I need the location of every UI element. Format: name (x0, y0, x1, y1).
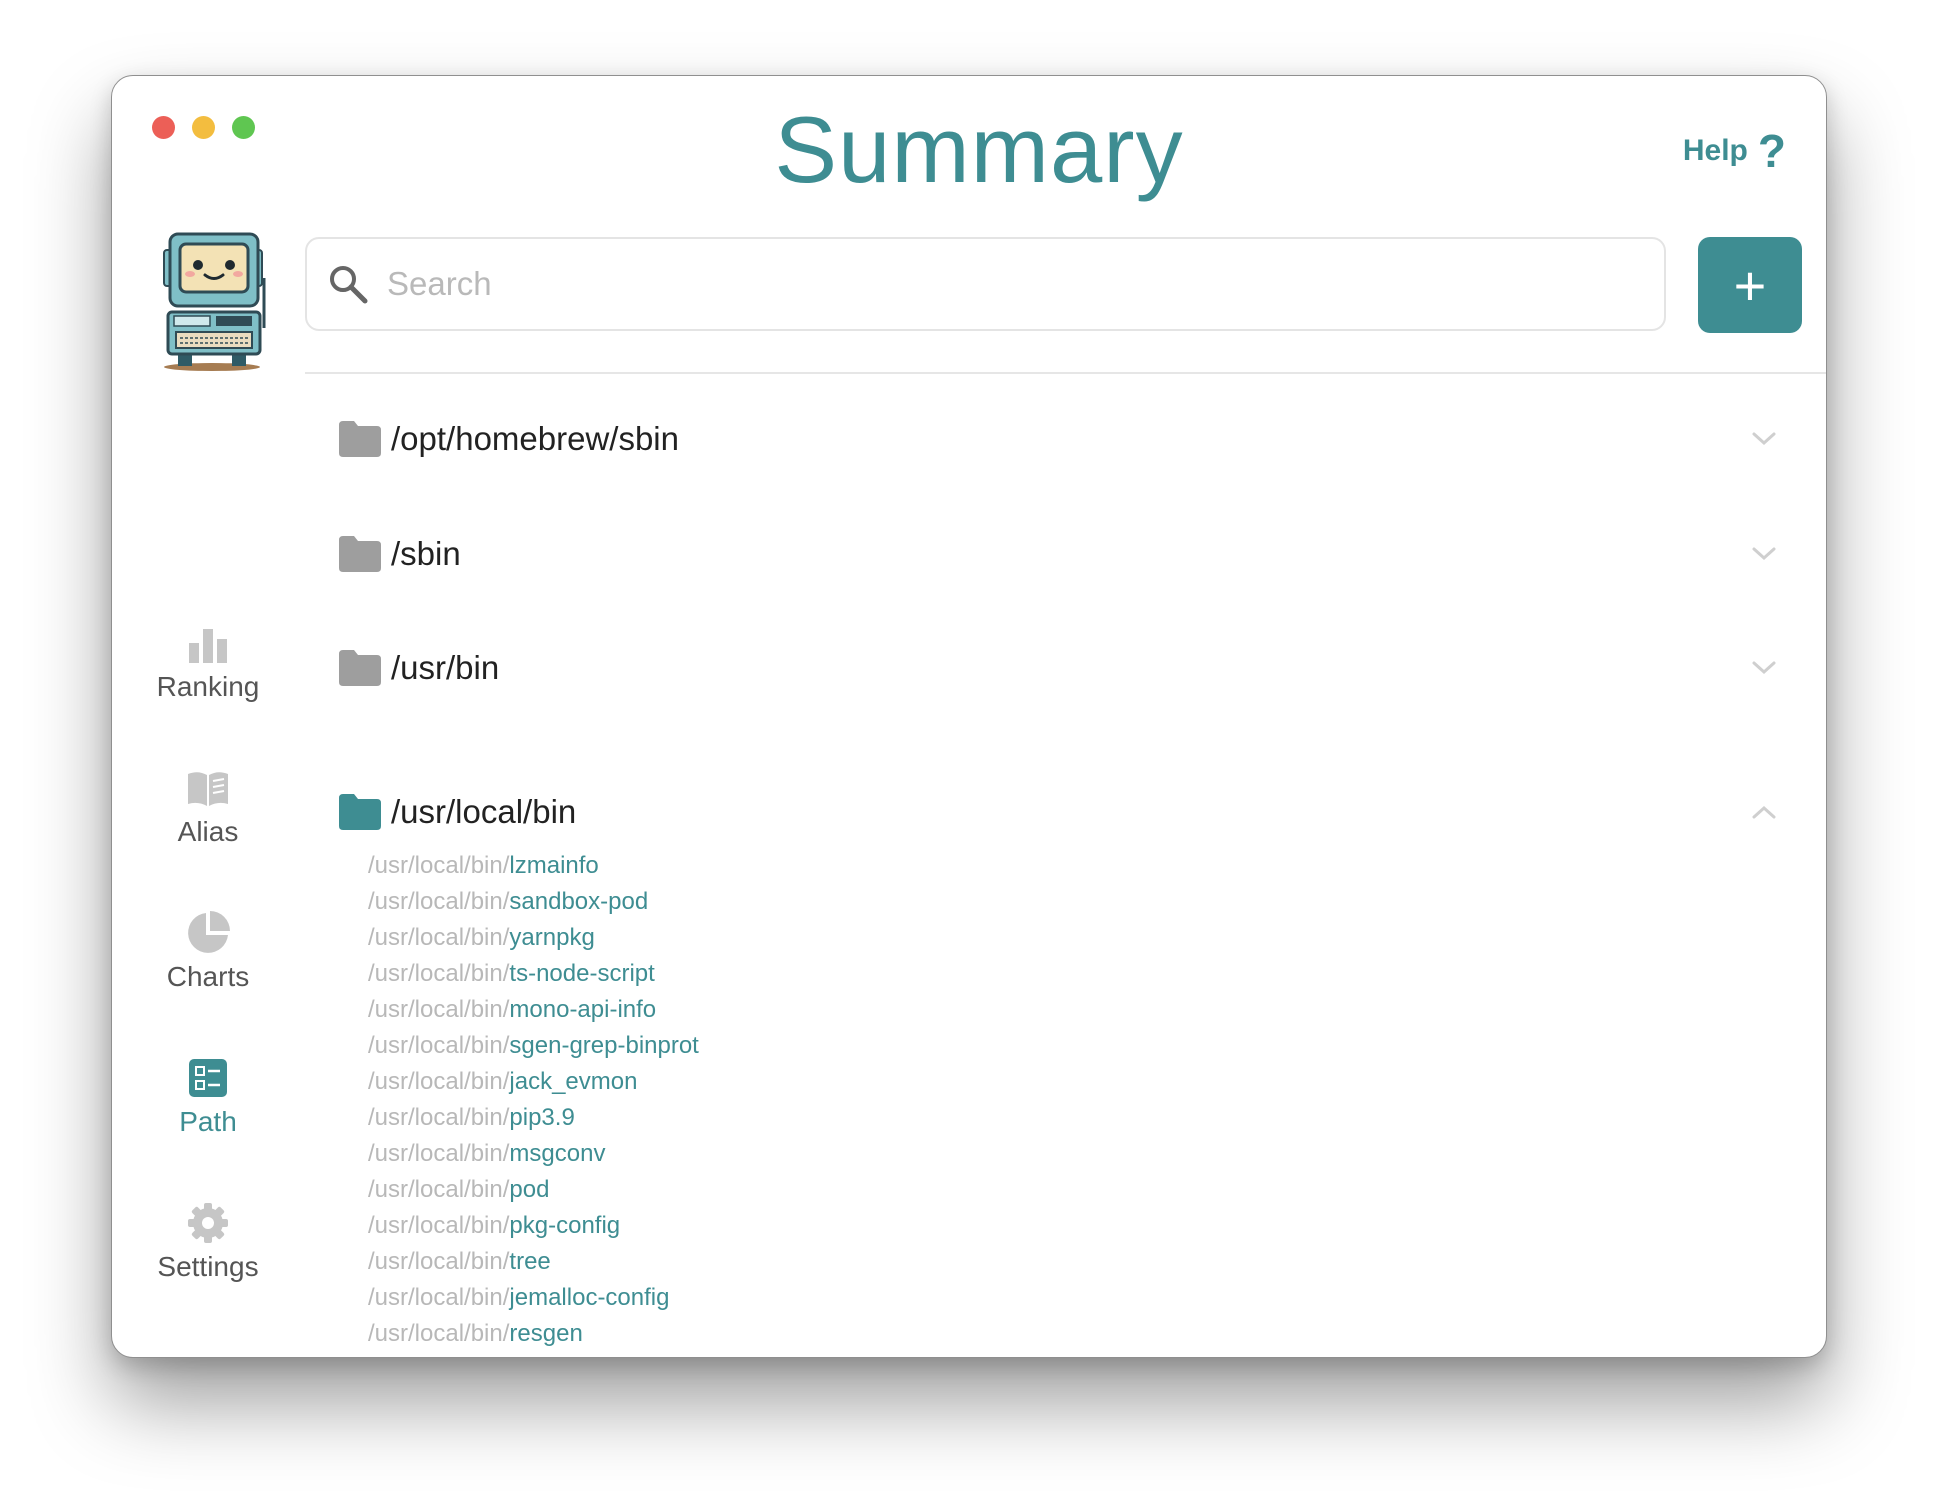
binary-name: pip3.9 (509, 1104, 575, 1131)
path-list-item[interactable]: /usr/local/bin/mono-api-info (368, 992, 699, 1028)
path-prefix: /usr/local/bin/ (368, 1176, 510, 1203)
binary-name: msgconv (509, 1140, 606, 1167)
folder-row-opt-homebrew-sbin[interactable]: /opt/homebrew/sbin (339, 414, 1778, 464)
help-button[interactable]: Help ? (1683, 128, 1786, 174)
sidebar-item-label: Ranking (156, 671, 260, 702)
folder-path: /opt/homebrew/sbin (391, 420, 679, 457)
path-list-item[interactable]: /usr/local/bin/jemalloc-config (368, 1280, 699, 1316)
question-mark-icon: ? (1757, 125, 1786, 177)
path-prefix: /usr/local/bin/ (368, 852, 510, 879)
folder-path: /usr/local/bin (391, 793, 577, 830)
binary-name: pkg-config (509, 1212, 621, 1239)
sidebar-item-label: Alias (177, 816, 239, 847)
path-list-item[interactable]: /usr/local/bin/msgconv (368, 1136, 699, 1172)
binary-name: ts-node-script (509, 960, 655, 987)
chevron-down-icon[interactable] (1750, 658, 1778, 678)
page-title: Summary (774, 97, 1184, 202)
path-prefix: /usr/local/bin/ (368, 1320, 510, 1347)
search-box (305, 237, 1666, 331)
gear-icon (188, 1203, 228, 1243)
folder-row-sbin[interactable]: /sbin (339, 529, 1778, 579)
folder-icon (339, 794, 381, 830)
path-prefix: /usr/local/bin/ (368, 960, 510, 987)
path-prefix: /usr/local/bin/ (368, 1284, 510, 1311)
chevron-up-icon[interactable] (1750, 802, 1778, 822)
sidebar-item-path[interactable]: Path (112, 1056, 304, 1138)
folder-icon (339, 650, 381, 686)
sidebar-item-charts[interactable]: Charts (112, 911, 304, 993)
help-label: Help (1682, 134, 1748, 167)
sidebar-item-settings[interactable]: Settings (112, 1201, 304, 1283)
folder-row-usr-bin[interactable]: /usr/bin (339, 643, 1778, 693)
binary-name: sandbox-pod (509, 888, 649, 915)
pie-chart-icon (188, 911, 230, 953)
folder-path: /usr/bin (391, 649, 500, 686)
sidebar-item-label: Charts (166, 961, 250, 992)
folder-row-usr-local-bin[interactable]: /usr/local/bin (339, 787, 1778, 837)
search-icon (330, 266, 368, 304)
path-prefix: /usr/local/bin/ (368, 1104, 510, 1131)
sidebar-item-ranking[interactable]: Ranking (112, 621, 304, 703)
path-prefix: /usr/local/bin/ (368, 1068, 510, 1095)
divider (305, 372, 1826, 374)
path-list-item[interactable]: /usr/local/bin/resgen (368, 1316, 699, 1352)
robot-mascot-logo (163, 232, 266, 371)
path-list-item[interactable]: /usr/local/bin/pkg-config (368, 1208, 699, 1244)
folder-icon (339, 536, 381, 572)
binary-name: tree (509, 1248, 551, 1275)
binary-name: jemalloc-config (509, 1284, 670, 1311)
path-prefix: /usr/local/bin/ (368, 1140, 510, 1167)
folder-icon (339, 421, 381, 457)
add-button[interactable]: + (1698, 237, 1802, 333)
folder-path: /sbin (391, 535, 461, 572)
path-list-item[interactable]: /usr/local/bin/tree (368, 1244, 699, 1280)
path-list-item[interactable]: /usr/local/bin/sgen-grep-binprot (368, 1028, 699, 1064)
plus-icon: + (1733, 253, 1767, 317)
binary-name: jack_evmon (509, 1068, 638, 1095)
path-prefix: /usr/local/bin/ (368, 888, 510, 915)
path-list-item[interactable]: /usr/local/bin/jack_evmon (368, 1064, 699, 1100)
path-prefix: /usr/local/bin/ (368, 1248, 510, 1275)
binary-name: lzmainfo (509, 852, 599, 879)
path-list-item[interactable]: /usr/local/bin/sandbox-pod (368, 884, 699, 920)
path-list-icon (189, 1059, 227, 1097)
binary-name: sgen-grep-binprot (509, 1032, 699, 1059)
binary-name: resgen (509, 1320, 583, 1347)
binary-name: mono-api-info (509, 996, 657, 1023)
book-icon (188, 772, 228, 806)
path-list-item[interactable]: /usr/local/bin/yarnpkg (368, 920, 699, 956)
path-list-item[interactable]: /usr/local/bin/ts-node-script (368, 956, 699, 992)
binary-name: yarnpkg (509, 924, 595, 951)
bar-chart-icon (189, 629, 227, 663)
path-prefix: /usr/local/bin/ (368, 924, 510, 951)
sidebar-item-label: Settings (157, 1251, 259, 1282)
path-list-item[interactable]: /usr/local/bin/pod (368, 1172, 699, 1208)
app-window: Summary Help ? Ranking Alias Charts Path… (111, 75, 1827, 1358)
search-input[interactable] (385, 264, 1664, 304)
binary-name: pod (509, 1176, 550, 1203)
path-prefix: /usr/local/bin/ (368, 1212, 510, 1239)
chevron-down-icon[interactable] (1750, 544, 1778, 564)
sidebar-item-label: Path (179, 1106, 237, 1137)
path-list-item[interactable]: /usr/local/bin/pip3.9 (368, 1100, 699, 1136)
sidebar-item-alias[interactable]: Alias (112, 766, 304, 848)
path-prefix: /usr/local/bin/ (368, 1032, 510, 1059)
path-prefix: /usr/local/bin/ (368, 996, 510, 1023)
path-list-item[interactable]: /usr/local/bin/lzmainfo (368, 848, 699, 884)
expanded-path-list: /usr/local/bin/lzmainfo /usr/local/bin/s… (368, 848, 699, 1352)
chevron-down-icon[interactable] (1750, 429, 1778, 449)
